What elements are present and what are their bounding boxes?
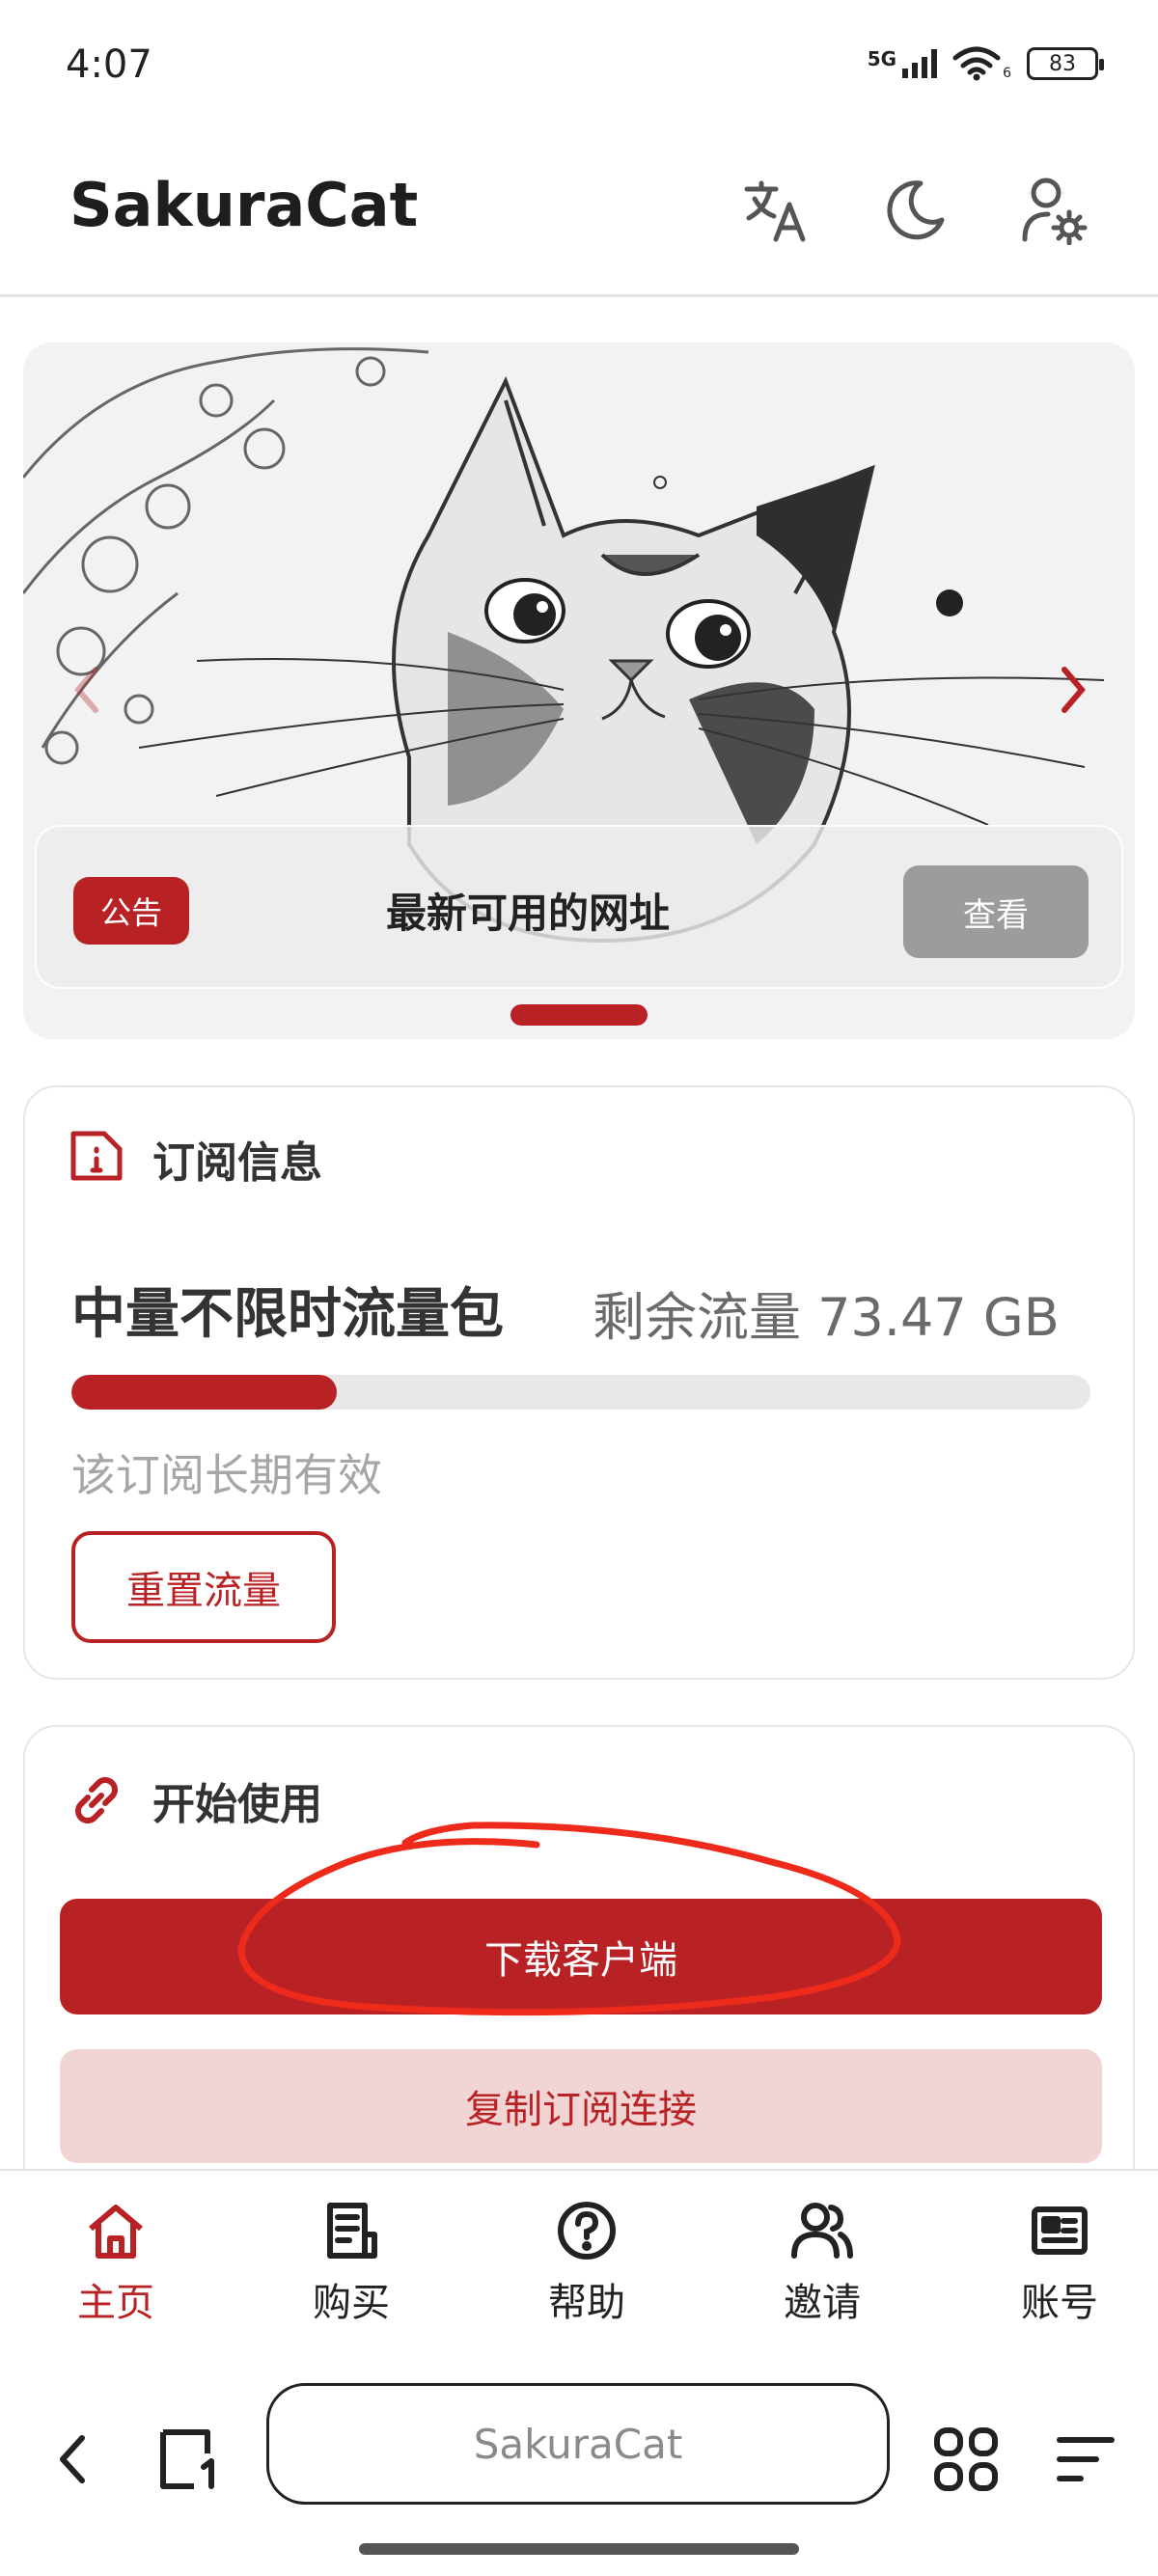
download-client-button[interactable]: 下载客户端 [60,1899,1102,2014]
tab-invite[interactable]: 邀请 [745,2194,899,2339]
battery-icon: 83 [1027,47,1104,80]
users-icon [786,2194,859,2267]
traffic-progress-bar [71,1375,1090,1410]
carousel-dot-active[interactable] [510,1004,648,1026]
document-icon [315,2194,388,2267]
tab-label-home: 主页 [77,2281,154,2325]
status-bar: 4:07 5G 6 83 [0,0,1158,135]
validity-text: 该订阅长期有效 [71,1449,382,1501]
subscription-title: 订阅信息 [152,1138,322,1188]
wifi-sub: 6 [1003,66,1011,81]
back-icon[interactable] [29,2416,116,2503]
network-type: 5G [867,47,897,70]
tabs-switcher-icon[interactable] [147,2416,234,2503]
plan-name: 中量不限时流量包 [71,1283,504,1346]
tab-buy[interactable]: 购买 [274,2194,428,2339]
copy-subscription-button[interactable]: 复制订阅连接 [60,2049,1102,2163]
getting-started-title: 开始使用 [152,1780,322,1829]
prev-arrow-icon[interactable] [58,661,116,719]
getting-started-card: 开始使用 下载客户端 复制订阅连接 [23,1725,1135,2227]
status-icons: 5G 6 83 [867,41,1104,87]
reset-traffic-button[interactable]: 重置流量 [71,1531,336,1643]
battery-level: 83 [1049,51,1076,76]
notice-bar: 公告 最新可用的网址 查看 [35,825,1123,989]
status-time: 4:07 [66,42,152,87]
tab-account[interactable]: 账号 [982,2194,1137,2339]
apps-grid-icon[interactable] [923,2416,1009,2503]
carousel-indicator [23,1004,1135,1026]
menu-icon[interactable] [1042,2416,1129,2503]
next-arrow-icon[interactable] [1044,661,1102,719]
translate-icon[interactable] [735,170,816,251]
account-card-icon [1023,2194,1096,2267]
user-settings-icon[interactable] [1013,170,1094,251]
view-notice-button[interactable]: 查看 [903,865,1089,958]
notice-tag: 公告 [73,877,189,945]
link-icon [66,1769,127,1831]
home-indicator [359,2543,799,2555]
announcement-banner[interactable]: 公告 最新可用的网址 查看 [23,343,1135,1039]
notice-text: 最新可用的网址 [386,890,671,937]
traffic-progress-fill [71,1375,337,1410]
help-icon [550,2194,623,2267]
signal-icon: 5G [867,47,938,78]
tab-home[interactable]: 主页 [39,2194,193,2339]
app-header: SakuraCat [0,135,1158,297]
bottom-tab-bar: 主页 购买 帮助 邀请 账号 [0,2169,1158,2358]
wifi-icon: 6 [952,46,1011,81]
app-title: SakuraCat [69,170,419,240]
remaining-traffic: 剩余流量 73.47 GB [593,1287,1060,1348]
address-bar[interactable]: SakuraCat [266,2383,890,2505]
tab-label-buy: 购买 [313,2281,390,2325]
tab-label-invite: 邀请 [784,2281,861,2325]
home-icon [79,2194,152,2267]
info-icon [66,1124,127,1186]
tab-label-account: 账号 [1021,2281,1098,2325]
tab-label-help: 帮助 [548,2281,625,2325]
tab-help[interactable]: 帮助 [510,2194,664,2339]
subscription-card: 订阅信息 中量不限时流量包 剩余流量 73.47 GB 该订阅长期有效 重置流量 [23,1085,1135,1680]
moon-icon[interactable] [874,170,955,251]
